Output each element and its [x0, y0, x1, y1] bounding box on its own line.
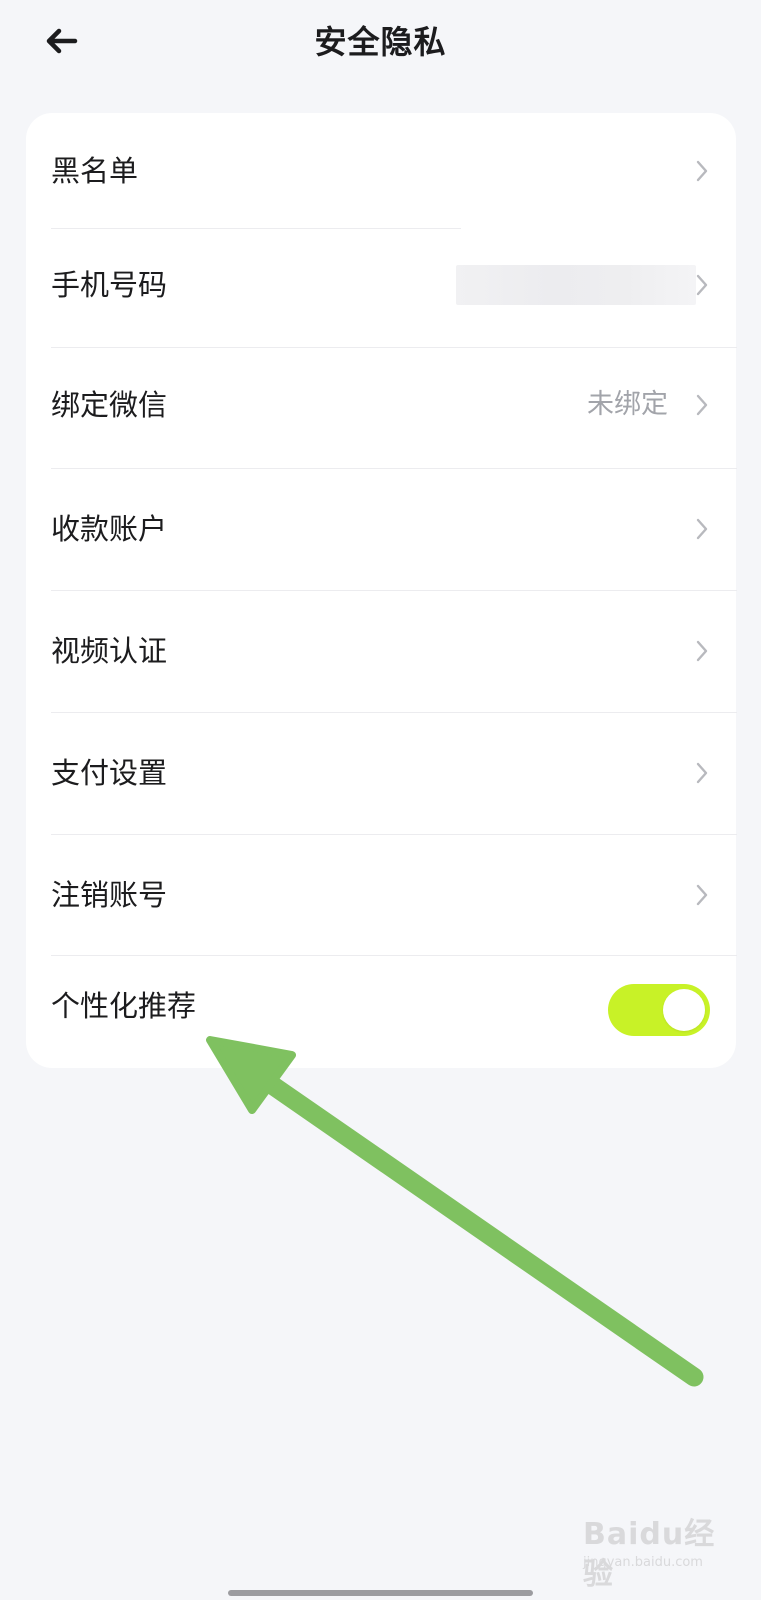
video-verification-label: 视频认证 — [51, 634, 168, 668]
blacklist-row[interactable]: 黑名单 — [26, 113, 736, 228]
chevron-right-icon — [696, 394, 708, 416]
phone-number-label: 手机号码 — [51, 268, 168, 302]
personalized-recommendation-label: 个性化推荐 — [51, 989, 197, 1023]
top-bar: 安全隐私 — [0, 0, 761, 90]
masked-phone-number — [456, 265, 696, 305]
toggle-knob — [663, 989, 705, 1031]
bind-wechat-row[interactable]: 绑定微信 未绑定 — [26, 348, 736, 468]
personalized-recommendation-toggle[interactable] — [608, 984, 710, 1036]
personalized-recommendation-row: 个性化推荐 — [26, 956, 736, 1068]
settings-list: 黑名单 手机号码 1795 绑定微信 未绑定 收款账户 视频认证 — [26, 113, 737, 1068]
payment-settings-row[interactable]: 支付设置 — [26, 713, 736, 834]
page-title: 安全隐私 — [314, 23, 447, 61]
chevron-right-icon — [696, 518, 708, 540]
home-indicator[interactable] — [228, 1590, 533, 1596]
baidu-watermark: Baidu经验 jingyan.baidu.com — [583, 1515, 743, 1592]
chevron-right-icon — [696, 640, 708, 662]
payout-account-label: 收款账户 — [51, 512, 168, 546]
chevron-right-icon — [696, 274, 708, 296]
payment-settings-label: 支付设置 — [51, 756, 168, 790]
watermark-url: jingyan.baidu.com — [583, 1555, 703, 1570]
delete-account-label: 注销账号 — [51, 878, 168, 912]
wechat-status: 未绑定 — [587, 389, 668, 420]
blacklist-label: 黑名单 — [51, 154, 139, 188]
bind-wechat-label: 绑定微信 — [51, 388, 168, 422]
chevron-right-icon — [696, 762, 708, 784]
phone-number-row[interactable]: 手机号码 1795 — [26, 229, 736, 347]
chevron-right-icon — [696, 884, 708, 906]
video-verification-row[interactable]: 视频认证 — [26, 591, 736, 712]
chevron-right-icon — [696, 160, 708, 182]
payout-account-row[interactable]: 收款账户 — [26, 469, 736, 590]
delete-account-row[interactable]: 注销账号 — [26, 835, 736, 955]
